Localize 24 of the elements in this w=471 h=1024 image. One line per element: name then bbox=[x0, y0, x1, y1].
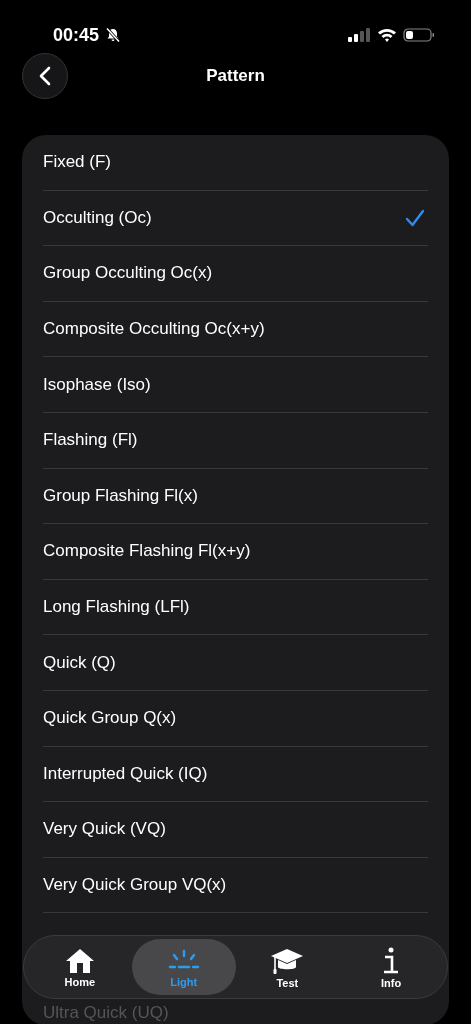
page-title: Pattern bbox=[206, 66, 265, 86]
status-time: 00:45 bbox=[53, 24, 100, 46]
pattern-option[interactable]: Very Quick (VQ) bbox=[43, 802, 428, 858]
tab-item[interactable]: Test bbox=[235, 939, 340, 995]
back-chevron-icon bbox=[38, 66, 52, 86]
pattern-option[interactable]: Group Occulting Oc(x) bbox=[43, 246, 428, 302]
pattern-option[interactable]: Composite Flashing Fl(x+y) bbox=[43, 524, 428, 580]
pattern-option[interactable]: Quick (Q) bbox=[43, 635, 428, 691]
pattern-option[interactable]: Long Flashing (LFl) bbox=[43, 579, 428, 636]
pattern-option[interactable]: Isophase (Iso) bbox=[43, 357, 428, 413]
pattern-option[interactable]: Flashing (Fl) bbox=[43, 412, 428, 469]
pattern-option[interactable]: Composite Occulting Oc(x+y) bbox=[43, 301, 428, 358]
tab-item[interactable]: Home bbox=[28, 939, 132, 995]
signal-icon bbox=[347, 27, 371, 43]
pattern-option[interactable]: Group Flashing Fl(x) bbox=[43, 468, 428, 525]
pattern-option[interactable]: Occulting (Oc) bbox=[43, 190, 428, 247]
pattern-option[interactable]: Fixed (F) bbox=[43, 135, 428, 191]
pattern-option[interactable]: Quick Group Q(x) bbox=[43, 690, 428, 747]
pattern-option[interactable]: Very Quick Group VQ(x) bbox=[43, 857, 428, 914]
pattern-option[interactable]: Interrupted Quick (IQ) bbox=[43, 746, 428, 803]
tab-item[interactable]: Info bbox=[339, 939, 443, 995]
battery-icon bbox=[403, 27, 435, 43]
back-button[interactable] bbox=[22, 53, 68, 99]
wifi-icon bbox=[377, 27, 397, 43]
